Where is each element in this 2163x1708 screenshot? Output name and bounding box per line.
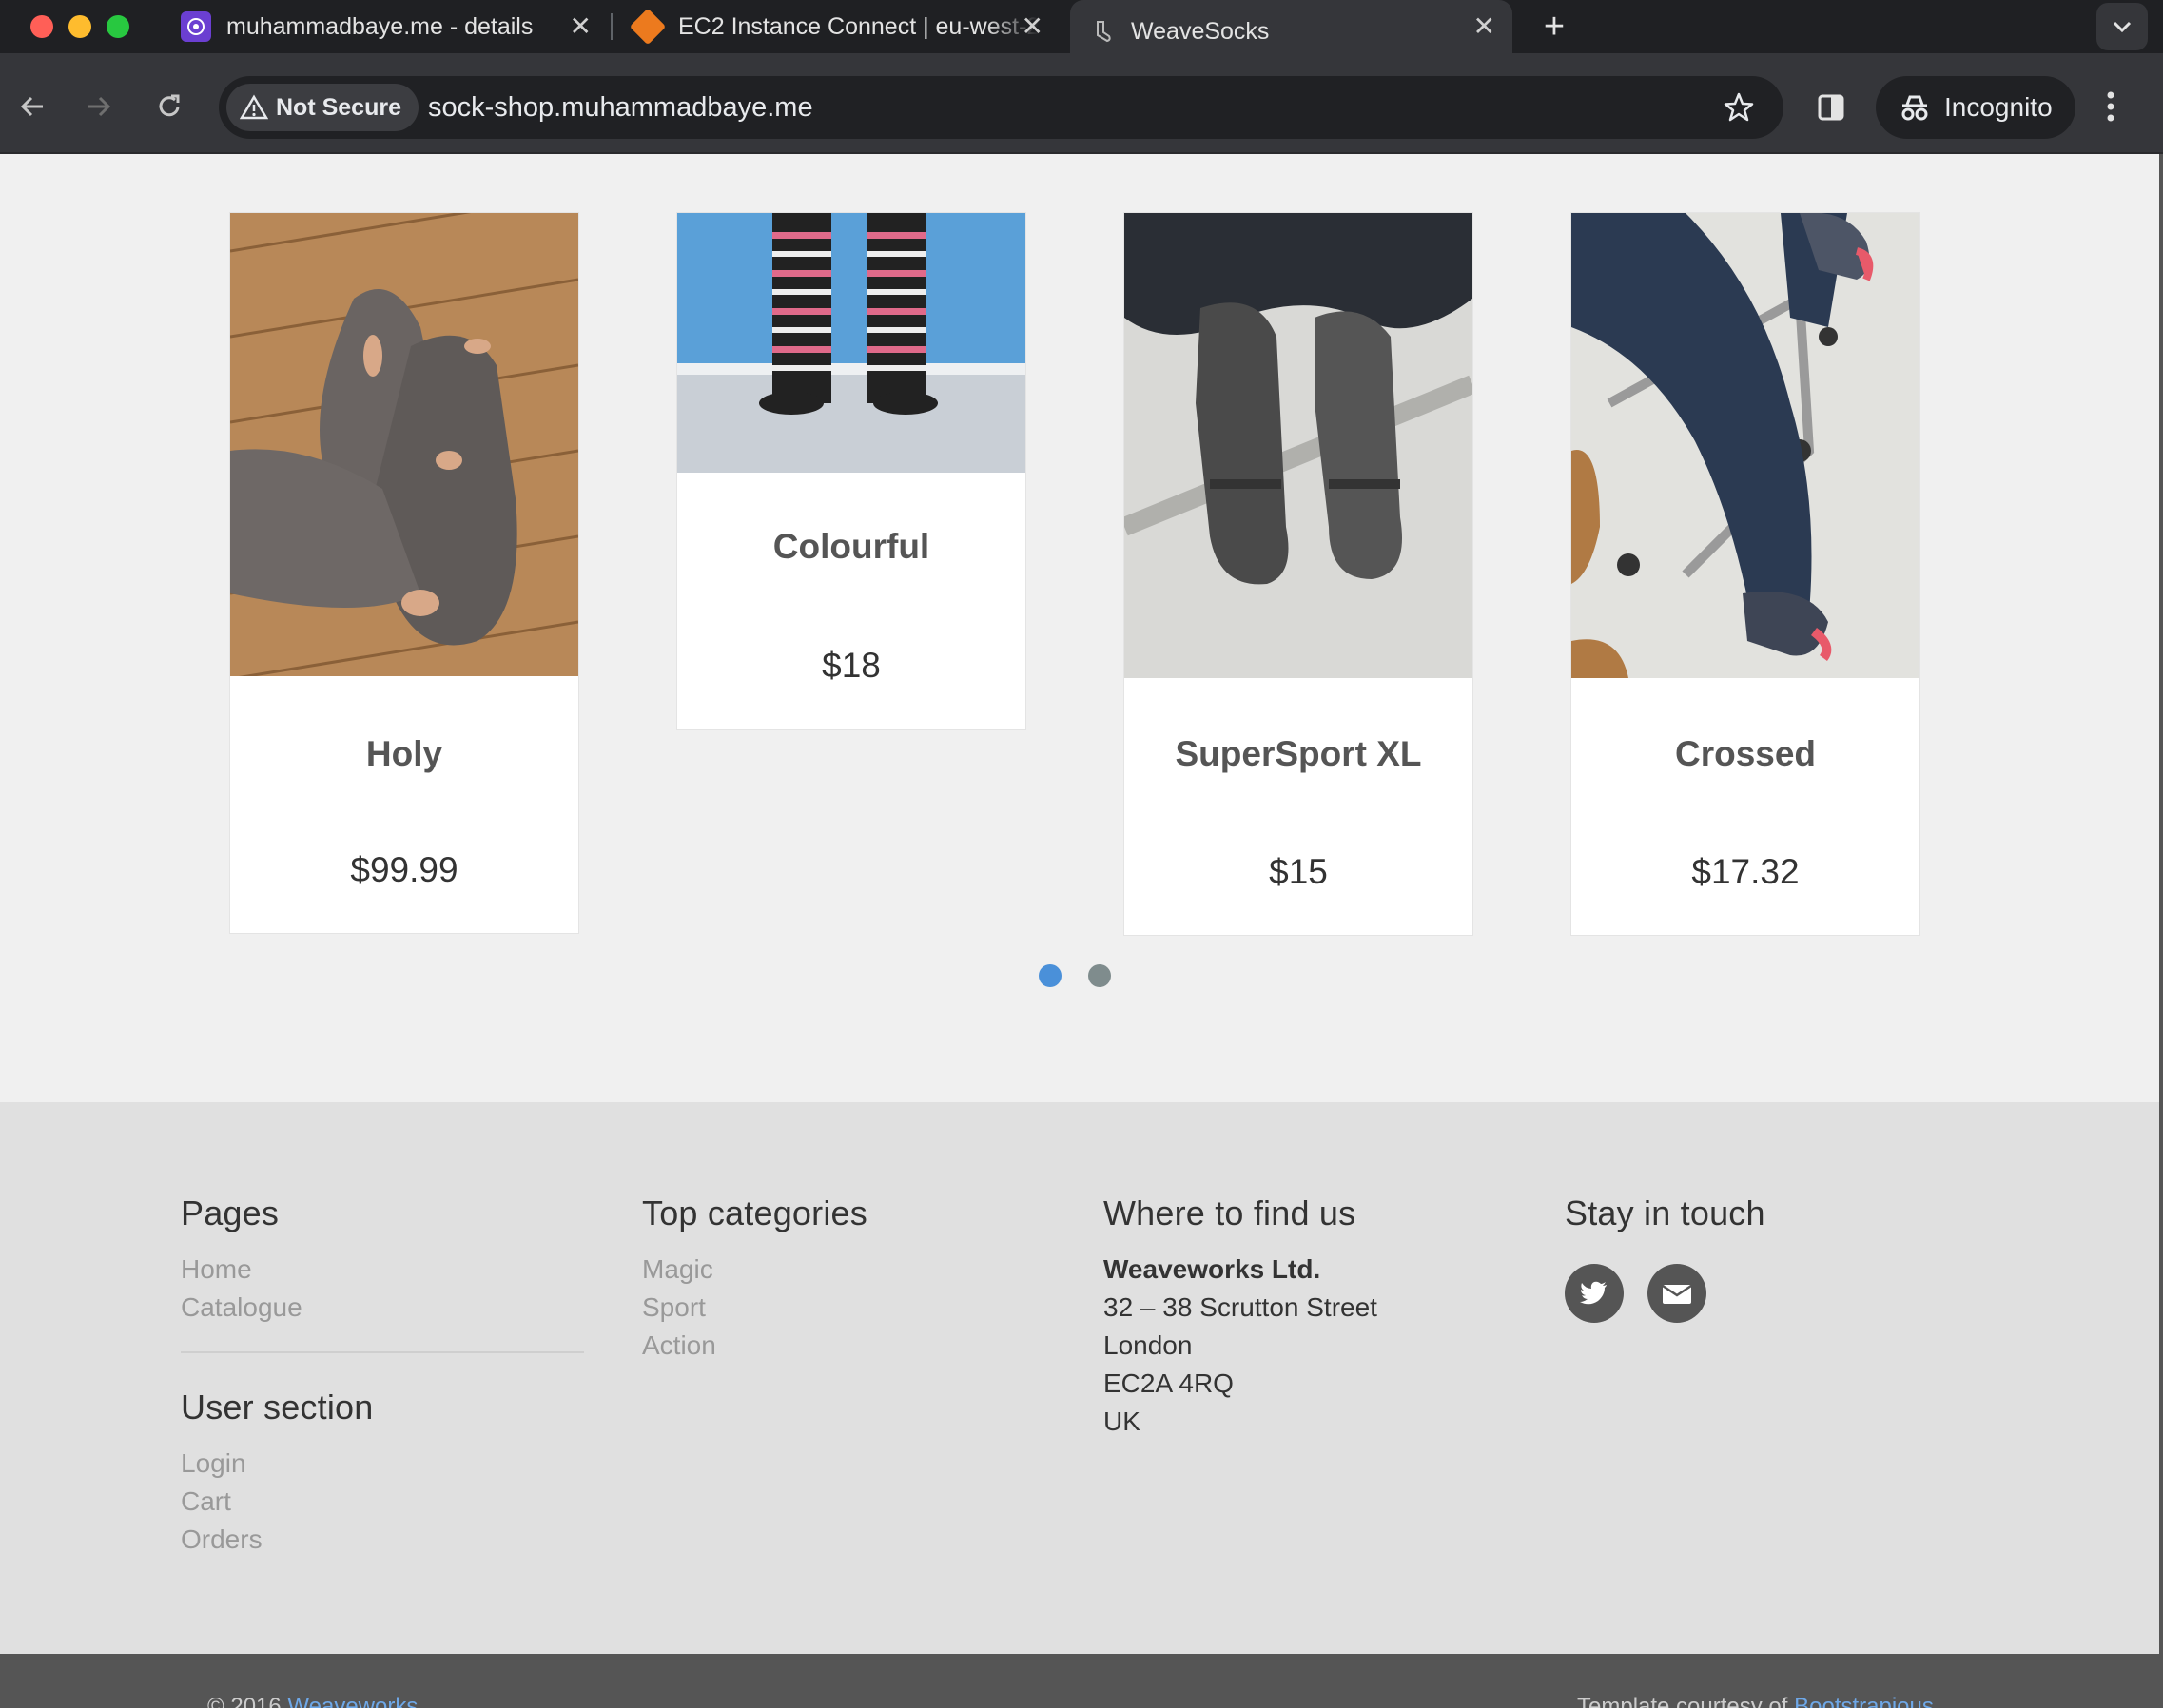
- product-price: $15: [1269, 852, 1328, 891]
- product-photo-crossed[interactable]: [1571, 213, 1919, 678]
- footer-company-name: Weaveworks Ltd.: [1103, 1254, 1321, 1284]
- github-favicon-icon: [181, 11, 211, 42]
- footer-address-line: UK: [1103, 1407, 1140, 1436]
- browser-toolbar: Not Secure sock-shop.muhammadbaye.me Inc…: [0, 53, 2163, 154]
- copyright-right: Template courtesy of Bootstrapious: [1577, 1694, 1934, 1708]
- footer-stay-heading: Stay in touch: [1565, 1194, 1765, 1232]
- product-card-crossed[interactable]: Crossed $17.32: [1570, 212, 1920, 936]
- footer: Pages Home Catalogue User section Login …: [0, 1102, 2159, 1654]
- site-security-chip[interactable]: Not Secure: [226, 84, 419, 131]
- tab-separator: [611, 13, 613, 40]
- footer-divider: [181, 1351, 584, 1353]
- product-name[interactable]: Holy: [230, 734, 578, 774]
- product-price: $17.32: [1691, 852, 1800, 891]
- tab-search-button[interactable]: [2096, 3, 2148, 50]
- tab-close-icon[interactable]: ✕: [570, 13, 592, 40]
- envelope-icon: [1662, 1284, 1692, 1304]
- footer-link-action[interactable]: Action: [642, 1327, 867, 1365]
- footer-link-sport[interactable]: Sport: [642, 1289, 867, 1327]
- reload-icon: [159, 94, 180, 117]
- footer-link-home[interactable]: Home: [181, 1251, 584, 1289]
- warning-triangle-icon: [240, 94, 268, 120]
- aws-cube-icon: [629, 8, 667, 46]
- twitter-button[interactable]: [1565, 1264, 1624, 1323]
- address-bar[interactable]: Not Secure sock-shop.muhammadbaye.me: [219, 76, 1783, 139]
- window-zoom-button[interactable]: [107, 15, 129, 38]
- product-photo-holy[interactable]: [230, 213, 578, 676]
- footer-pages-column: Pages Home Catalogue User section Login …: [181, 1194, 584, 1559]
- url-text[interactable]: sock-shop.muhammadbaye.me: [428, 92, 813, 124]
- footer-where-heading: Where to find us: [1103, 1194, 1356, 1232]
- security-label: Not Secure: [276, 93, 401, 121]
- carousel-dot-1[interactable]: [1039, 964, 1062, 987]
- email-button[interactable]: [1647, 1264, 1706, 1323]
- footer-link-cart[interactable]: Cart: [181, 1483, 584, 1521]
- window-close-button[interactable]: [30, 15, 53, 38]
- product-card-colourful[interactable]: Colourful $18: [676, 212, 1026, 730]
- footer-pages-heading: Pages: [181, 1194, 280, 1232]
- footer-link-login[interactable]: Login: [181, 1445, 584, 1483]
- tab-close-icon[interactable]: ✕: [1473, 13, 1495, 40]
- tab-title: muhammadbaye.me - details: [226, 12, 534, 40]
- sock-favicon-icon: [1089, 18, 1116, 45]
- incognito-badge[interactable]: Incognito: [1876, 76, 2075, 139]
- footer-link-catalogue[interactable]: Catalogue: [181, 1289, 584, 1327]
- bootstrapious-link[interactable]: Bootstrapious: [1794, 1694, 1934, 1708]
- product-name[interactable]: Crossed: [1571, 734, 1919, 774]
- bookmark-star-icon[interactable]: [1723, 91, 1755, 124]
- tab-muhammadbaye-details[interactable]: muhammadbaye.me - details ✕: [181, 0, 609, 53]
- product-price: $99.99: [350, 850, 458, 889]
- weaveworks-link[interactable]: Weaveworks: [287, 1694, 418, 1708]
- incognito-icon: [1901, 95, 1928, 121]
- page-scrollbar[interactable]: [2159, 154, 2163, 1708]
- footer-address-column: Where to find us Weaveworks Ltd. 32 – 38…: [1103, 1194, 1377, 1441]
- product-card-supersport-xl[interactable]: SuperSport XL $15: [1123, 212, 1473, 936]
- footer-link-orders[interactable]: Orders: [181, 1521, 584, 1559]
- footer-address-line: 32 – 38 Scrutton Street: [1103, 1292, 1377, 1322]
- copyright-left: © 2016 Weaveworks: [207, 1694, 418, 1708]
- chevron-down-icon: [2113, 21, 2132, 33]
- footer-social-column: Stay in touch: [1565, 1194, 1945, 1384]
- back-button[interactable]: [15, 89, 49, 124]
- side-panel-icon[interactable]: [1817, 93, 1845, 122]
- forward-button[interactable]: [82, 89, 116, 124]
- footer-categories-column: Top categories Magic Sport Action: [642, 1194, 867, 1365]
- footer-address-line: EC2A 4RQ: [1103, 1368, 1234, 1398]
- tab-close-icon[interactable]: ✕: [1022, 13, 1043, 40]
- product-price: $18: [822, 646, 881, 685]
- twitter-icon: [1580, 1281, 1607, 1305]
- arrow-left-icon: [20, 96, 43, 117]
- copyright-bar: © 2016 Weaveworks Template courtesy of B…: [0, 1654, 2159, 1708]
- tab-title: EC2 Instance Connect | eu-west-2: [678, 12, 1040, 40]
- arrow-right-icon: [88, 96, 111, 117]
- product-name[interactable]: Colourful: [677, 527, 1025, 567]
- incognito-label: Incognito: [1944, 92, 2053, 122]
- new-tab-button[interactable]: +: [1535, 8, 1573, 46]
- carousel-dot-2[interactable]: [1088, 964, 1111, 987]
- product-photo-supersport-xl[interactable]: [1124, 213, 1472, 678]
- footer-user-section-heading: User section: [181, 1388, 374, 1427]
- product-photo-colourful[interactable]: [677, 213, 1025, 473]
- copyright-text: © 2016: [207, 1694, 288, 1708]
- tab-strip: muhammadbaye.me - details ✕ EC2 Instance…: [0, 0, 2163, 63]
- window-minimize-button[interactable]: [68, 15, 91, 38]
- more-menu-icon[interactable]: [2107, 91, 2114, 122]
- footer-link-magic[interactable]: Magic: [642, 1251, 867, 1289]
- footer-address-line: London: [1103, 1330, 1193, 1360]
- reload-button[interactable]: [152, 89, 186, 124]
- product-name[interactable]: SuperSport XL: [1124, 734, 1472, 774]
- tab-ec2-instance-connect[interactable]: EC2 Instance Connect | eu-west-2 ✕: [629, 0, 1061, 53]
- tab-title: WeaveSocks: [1131, 17, 1270, 45]
- product-card-holy[interactable]: Holy $99.99: [229, 212, 579, 934]
- footer-categories-heading: Top categories: [642, 1194, 867, 1232]
- template-credit-text: Template courtesy of: [1577, 1694, 1795, 1708]
